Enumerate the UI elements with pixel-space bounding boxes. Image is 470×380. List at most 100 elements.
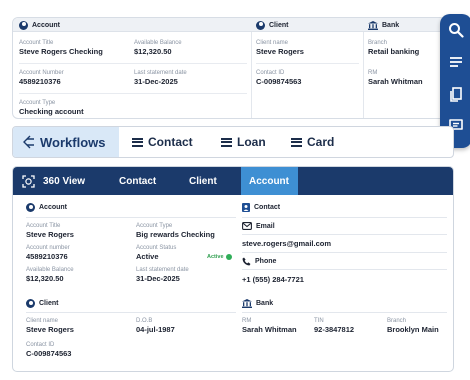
summary-account-title: Account: [19, 18, 60, 32]
divider: [242, 234, 447, 235]
divider: [242, 312, 447, 313]
search-icon[interactable]: [448, 22, 464, 38]
tab-workflows[interactable]: Workflows: [23, 127, 106, 157]
phone-icon: [242, 257, 251, 266]
field-label: Last statement date: [134, 70, 187, 76]
field-label: TIN: [314, 318, 324, 324]
field-value: Checking account: [19, 107, 84, 116]
field-value: C-009874563: [26, 349, 72, 358]
field-label: Account Number: [19, 70, 64, 76]
divider: [26, 217, 236, 218]
tab-loan[interactable]: Loan: [221, 127, 266, 157]
email-label: Email: [242, 222, 275, 230]
bank-icon: [242, 299, 252, 308]
available-balance-field: Available Balance $12,320.50: [26, 266, 74, 284]
check-icon: [225, 254, 232, 260]
contact-card-icon: [242, 203, 250, 212]
client-section-title: Client: [26, 299, 58, 308]
expand-icon: [22, 174, 35, 188]
client-name-field: Client name Steve Rogers: [26, 317, 74, 335]
field-label: Client name: [256, 40, 289, 46]
tab-card-label: Card: [307, 135, 335, 149]
field-value: Sarah Whitman: [242, 325, 297, 334]
contact-section-title-text: Contact: [254, 204, 281, 211]
tab-contact-label: Contact: [148, 135, 193, 149]
tab-client-360[interactable]: Client: [189, 167, 217, 195]
copy-icon[interactable]: [448, 86, 464, 102]
summary-account-title-text: Account: [32, 21, 60, 29]
summary-available-balance-field: Available Balance $12,320.50: [134, 39, 182, 57]
summary-account-number-field: Account Number 4589210376: [19, 69, 64, 87]
contact-id-field: Contact ID C-009874563: [26, 341, 71, 359]
phone-value[interactable]: +1 (555) 284-7721: [242, 275, 304, 284]
rm-field: RM Sarah Whitman: [242, 317, 297, 335]
account-summary-card: Account Account Title Steve Rogers Check…: [12, 17, 446, 119]
summary-client-section: Client: [256, 18, 288, 32]
field-value: Steve Rogers: [26, 230, 74, 239]
contact-section-title: Contact: [242, 203, 280, 212]
field-value: $12,320.50: [26, 274, 64, 283]
view-360-title: 360 View: [22, 167, 85, 195]
account-user-icon: [19, 20, 28, 30]
field-value: 31-Dec-2025: [136, 274, 180, 283]
summary-contact-id-field: Contact ID C-009874563: [256, 69, 301, 87]
field-label: Last statement date: [136, 267, 189, 273]
view-360-panel: 360 View Contact Client Account Account …: [12, 166, 454, 372]
email-value[interactable]: steve.rogers@gmail.com: [242, 239, 331, 248]
tab-contact-360[interactable]: Contact: [119, 167, 156, 195]
account-title-field: Account Title Steve Rogers: [26, 222, 74, 240]
field-value: $12,320.50: [134, 47, 172, 56]
workflow-tab-bar: Workflows Contact Loan Card: [12, 126, 454, 158]
field-value: 92-3847812: [314, 325, 355, 334]
menu-icon[interactable]: [448, 54, 464, 70]
account-type-field: Account Type Big rewards Checking: [136, 222, 215, 240]
tin-field: TIN 92-3847812: [314, 317, 354, 335]
summary-last-statement-field: Last statement date 31-Dec-2025: [134, 69, 187, 87]
bank-section-title: Bank: [242, 299, 273, 308]
phone-label: Phone: [242, 257, 276, 266]
summary-client-name-field: Client name Steve Rogers: [256, 39, 304, 57]
email-icon: [242, 222, 252, 230]
field-label: Branch: [368, 40, 388, 46]
tab-card[interactable]: Card: [291, 127, 334, 157]
divider: [19, 93, 247, 94]
tab-account-360[interactable]: Account: [249, 167, 289, 195]
summary-bank-section: Bank: [368, 18, 399, 32]
field-label: RM: [368, 70, 378, 76]
status-badge-text: Active: [207, 254, 224, 260]
field-label: Account number: [26, 245, 70, 251]
field-label: Contact ID: [26, 342, 55, 348]
field-label: RM: [242, 318, 252, 324]
email-label-text: Email: [256, 222, 275, 230]
field-value: Retail banking: [368, 47, 420, 56]
summary-account-type-field: Account Type Checking account: [19, 99, 84, 117]
field-value: 4589210376: [19, 77, 61, 86]
field-value: C-009874563: [256, 77, 302, 86]
summary-bank-title: Bank: [368, 18, 399, 32]
field-label: Available Balance: [26, 267, 74, 273]
divider: [19, 63, 247, 64]
field-value: 31-Dec-2025: [134, 77, 178, 86]
field-value: Steve Rogers: [26, 325, 74, 334]
summary-branch-field: Branch Retail banking: [368, 39, 419, 57]
divider: [26, 312, 236, 313]
account-number-field: Account number 4589210376: [26, 244, 70, 262]
bank-section-title-text: Bank: [256, 300, 274, 307]
field-label: Client name: [26, 318, 59, 324]
client-user-icon: [26, 299, 35, 308]
hamburger-icon: [291, 137, 302, 147]
column-divider: [363, 32, 364, 118]
client-user-icon: [256, 20, 265, 30]
summary-account-section: Account: [19, 18, 60, 32]
field-value: Active: [136, 252, 159, 261]
tab-contact[interactable]: Contact: [132, 127, 193, 157]
client-section-title-text: Client: [39, 300, 59, 307]
tab-workflows-label: Workflows: [40, 134, 106, 150]
account-status-field: Account Status Active: [136, 244, 176, 262]
dob-field: D.O.B 04-jul-1987: [136, 317, 175, 335]
field-label: Account Title: [19, 40, 54, 46]
account-section-title: Account: [26, 203, 67, 212]
field-label: Account Title: [26, 223, 61, 229]
field-value: Big rewards Checking: [136, 230, 215, 239]
account-user-icon: [26, 203, 35, 212]
